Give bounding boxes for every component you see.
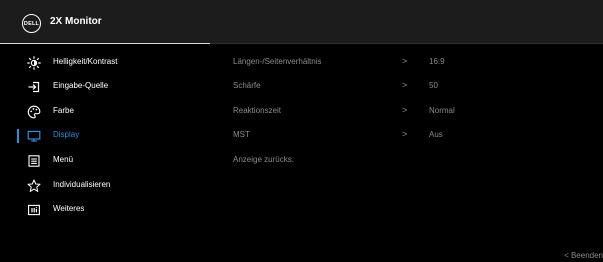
menu-item-personalize[interactable]: Individualisieren	[0, 176, 210, 196]
input-source-icon	[27, 80, 41, 94]
submenu-label: Längen-/Seitenverhältnis	[233, 57, 322, 66]
chevron-right-icon: >	[402, 56, 408, 66]
brightness-icon	[27, 56, 41, 70]
submenu-value: Normal	[429, 106, 455, 115]
osd-header: DELL 2X Monitor	[0, 0, 603, 44]
menu-item-label: Helligkeit/Kontrast	[53, 57, 118, 66]
menu-item-color[interactable]: Farbe	[0, 102, 210, 122]
monitor-osd: DELL 2X Monitor Helligkeit/Kontrast Eing…	[0, 0, 603, 262]
menu-item-label: Eingabe-Quelle	[53, 81, 109, 90]
submenu-row-mst[interactable]: MST > Aus	[233, 126, 603, 146]
exit-button[interactable]: < Beenden	[564, 251, 603, 260]
menu-item-label: Farbe	[53, 106, 74, 115]
submenu-label: MST	[233, 130, 250, 139]
submenu-row-sharpness[interactable]: Schärfe > 50	[233, 77, 603, 97]
menu-item-label: Individualisieren	[53, 180, 111, 189]
menu-item-label: Menü	[53, 155, 74, 164]
menu-list-icon	[27, 154, 41, 168]
monitor-title: 2X Monitor	[50, 16, 102, 27]
submenu-label: Schärfe	[233, 81, 261, 90]
header-divider	[0, 43, 210, 44]
submenu-value: 50	[429, 81, 438, 90]
submenu-row-aspect-ratio[interactable]: Längen-/Seitenverhältnis > 16:9	[233, 53, 603, 73]
info-icon	[27, 203, 41, 217]
submenu-label: Reaktionszeit	[233, 106, 282, 115]
color-palette-icon	[27, 105, 41, 119]
submenu-value: Aus	[429, 130, 443, 139]
star-icon	[27, 179, 41, 193]
menu-item-others[interactable]: Weiteres	[0, 200, 210, 220]
chevron-right-icon: >	[402, 80, 408, 90]
header-divider-dim	[210, 43, 603, 44]
menu-item-input-source[interactable]: Eingabe-Quelle	[0, 77, 210, 97]
submenu-value: 16:9	[429, 57, 445, 66]
submenu-row-display-reset[interactable]: Anzeige zurücks.	[233, 151, 603, 171]
dell-logo: DELL	[22, 14, 41, 33]
menu-item-label: Weiteres	[53, 204, 85, 213]
submenu-label: Anzeige zurücks.	[233, 155, 294, 164]
display-monitor-icon	[27, 129, 41, 143]
menu-item-label: Display	[53, 130, 80, 139]
chevron-right-icon: >	[402, 105, 408, 115]
menu-item-menu[interactable]: Menü	[0, 151, 210, 171]
chevron-right-icon: >	[402, 129, 408, 139]
selection-indicator	[17, 129, 19, 143]
menu-item-brightness-contrast[interactable]: Helligkeit/Kontrast	[0, 53, 210, 73]
submenu-row-response-time[interactable]: Reaktionszeit > Normal	[233, 102, 603, 122]
logo-text: DELL	[23, 20, 40, 27]
menu-item-display[interactable]: Display	[0, 126, 210, 146]
